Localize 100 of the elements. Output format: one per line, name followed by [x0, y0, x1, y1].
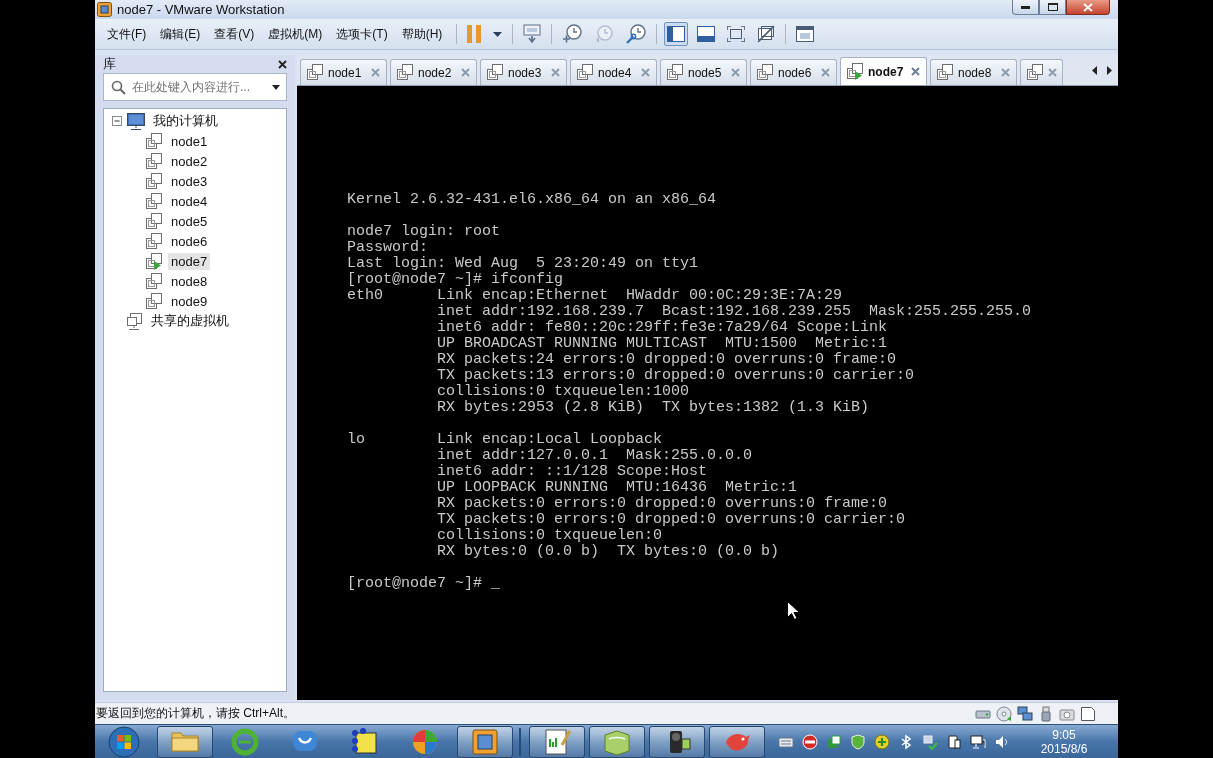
fullscreen-icon [727, 26, 746, 42]
devices-icon[interactable] [946, 733, 962, 750]
tab[interactable]: node2 [390, 59, 477, 85]
window-layout-icon [796, 26, 815, 42]
tree-item[interactable]: node6 [168, 232, 211, 250]
maximize-icon [1047, 3, 1058, 11]
tree-item[interactable]: node9 [168, 292, 211, 310]
close-button[interactable] [1066, 0, 1110, 15]
close-icon [1083, 2, 1093, 12]
network-icon[interactable] [1017, 705, 1033, 722]
caret-icon[interactable] [272, 84, 280, 90]
tree-item[interactable]: node2 [168, 152, 211, 170]
clock-wrench-icon [626, 24, 647, 44]
shield-icon[interactable] [850, 733, 866, 750]
tree-item[interactable]: node4 [168, 192, 211, 210]
ring-icon [230, 726, 260, 757]
app-icon [97, 2, 112, 17]
usb-icon[interactable] [1038, 705, 1054, 722]
terminal-line: collisions:0 txqueuelen:0 [437, 528, 663, 544]
caret-icon [493, 31, 503, 37]
tab[interactable] [1020, 59, 1063, 85]
no-entry-icon[interactable] [802, 733, 818, 750]
plus-icon[interactable] [874, 733, 890, 750]
interface-name: eth0 [347, 288, 383, 306]
taskbar-button[interactable] [157, 725, 213, 758]
tree-item[interactable]: node7 [168, 252, 211, 270]
page-icon[interactable] [1080, 705, 1096, 722]
clock-plus-icon [562, 24, 583, 44]
monitor-icon[interactable] [970, 733, 986, 750]
terminal-line: UP BROADCAST RUNNING MULTICAST MTU:1500 Metric:1 [437, 336, 888, 352]
mouse-pointer-icon [787, 601, 799, 620]
search-icon [111, 79, 126, 95]
tab[interactable]: node6 [750, 59, 837, 85]
monitor-icon [127, 112, 145, 130]
tab[interactable]: node3 [480, 59, 567, 85]
bottom-bar-layout-icon [697, 26, 716, 42]
terminal-line: inet addr:192.168.239.7 Bcast:192.168.239.255 Mask:255.255.255.0 [437, 304, 1032, 320]
terminal-line: RX bytes:2953 (2.8 KiB) TX bytes:1382 (1.3 KiB) [437, 400, 870, 416]
pause-icon [467, 25, 482, 43]
tree-item[interactable]: 共享的虚拟机 [148, 311, 232, 331]
terminal-line: [root@node7 ~]# [347, 576, 483, 592]
minimize-button[interactable] [1012, 0, 1039, 15]
terminal-line: RX packets:24 errors:0 dropped:0 overruns:0 frame:0 [437, 352, 897, 368]
terminal-line: Link encap:Ethernet HWaddr 00:0C:29:3E:7A:29 [437, 288, 843, 304]
terminal-line: RX packets:0 errors:0 dropped:0 overruns:0 frame:0 [437, 496, 888, 512]
menu-item[interactable]: 文件(F) [100, 22, 154, 46]
crossed-window-icon [757, 25, 776, 43]
disc-icon[interactable] [996, 705, 1012, 722]
terminal-line: TX packets:0 errors:0 dropped:0 overruns:0 carrier:0 [437, 512, 906, 528]
taskbar-button[interactable] [529, 725, 585, 758]
tree-item[interactable]: 我的计算机 [150, 111, 221, 131]
menu-item[interactable]: 虚拟机(M) [261, 22, 330, 46]
scroll-left-icon[interactable] [1092, 65, 1097, 75]
tab[interactable]: node1 [300, 59, 387, 85]
close-icon[interactable] [278, 59, 287, 69]
terminal-line: collisions:0 txqueuelen:1000 [437, 384, 690, 400]
menu-item[interactable]: 帮助(H) [394, 22, 450, 46]
computer-arrow-icon [523, 24, 542, 44]
console-screen[interactable] [297, 86, 1118, 700]
scroll-right-icon[interactable] [1107, 65, 1112, 75]
terminal-line: inet addr:127.0.0.1 Mask:255.0.0.0 [437, 448, 753, 464]
terminal-line: Kernel 2.6.32-431.el6.x86_64 on an x86_64 [347, 192, 717, 208]
maximize-button[interactable] [1039, 0, 1066, 15]
squares-icon[interactable] [826, 733, 842, 750]
terminal-line: Password: [347, 240, 428, 256]
text-cursor: _ [491, 576, 501, 592]
tree-item[interactable]: node3 [168, 172, 211, 190]
taskbar-button[interactable] [709, 725, 765, 758]
tree-item[interactable]: node5 [168, 212, 211, 230]
menu-item[interactable]: 选项卡(T) [329, 22, 395, 46]
library-view-button[interactable] [664, 22, 689, 46]
tab[interactable]: node7 [840, 57, 927, 85]
terminal-line: node7 login: root [347, 224, 501, 240]
tab[interactable]: node5 [660, 59, 747, 85]
shared-vm-icon [127, 312, 143, 330]
menu-item[interactable]: 编辑(E) [153, 22, 208, 46]
taskbar-button[interactable] [649, 725, 705, 758]
network-check-icon[interactable] [922, 733, 938, 750]
terminal-line: inet6 addr: fe80::20c:29ff:fe3e:7a29/64 Scope:Link [437, 320, 888, 336]
start-orb-icon [108, 725, 140, 758]
collapse-toggle-icon[interactable] [112, 116, 122, 126]
tree-item[interactable]: node1 [168, 132, 211, 150]
note-dots-icon [350, 726, 380, 757]
terminal-line: [root@node7 ~]# ifconfig [347, 272, 564, 288]
tab[interactable]: node8 [930, 59, 1017, 85]
minimize-icon [1021, 5, 1030, 9]
tab[interactable]: node4 [570, 59, 657, 85]
clock-time: 9:05 [1052, 727, 1076, 742]
window-title: node7 - VMware Workstation [117, 2, 285, 17]
tree-item[interactable]: node8 [168, 272, 211, 290]
menu-item[interactable]: 查看(V) [207, 22, 262, 46]
terminal-line: RX bytes:0 (0.0 b) TX bytes:0 (0.0 b) [437, 544, 780, 560]
terminal-line: TX packets:13 errors:0 dropped:0 overruns:0 carrier:0 [437, 368, 915, 384]
taskbar-button[interactable] [589, 725, 645, 758]
terminal-line: Link encap:Local Loopback [437, 432, 663, 448]
interface-name: lo [347, 432, 365, 450]
search-input[interactable]: 在此处键入内容进行... [132, 80, 266, 94]
search-field[interactable]: 在此处键入内容进行... [103, 73, 287, 101]
taskbar-button[interactable] [457, 725, 513, 758]
clock-date: 2015/8/6 [1040, 741, 1088, 756]
